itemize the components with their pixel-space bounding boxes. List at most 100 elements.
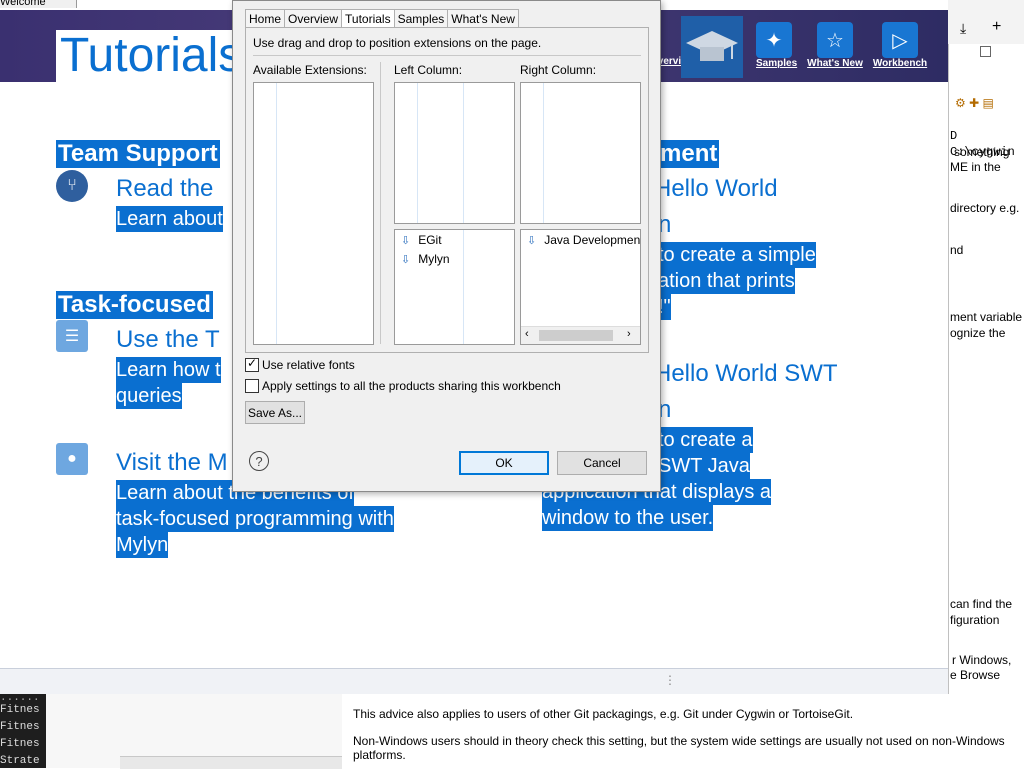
list-item[interactable]: ⇩ Mylyn bbox=[401, 252, 450, 266]
welcome-status-bar: ⋮ bbox=[0, 668, 948, 695]
page-title: Tutorials bbox=[56, 30, 247, 82]
console-line: Strate bbox=[0, 755, 40, 767]
link-title-tasks[interactable]: Use the T bbox=[116, 325, 220, 355]
right-text-5: nd bbox=[950, 243, 964, 257]
available-extensions-label: Available Extensions: bbox=[253, 63, 367, 77]
right-text-10: r Windows, bbox=[952, 653, 1012, 667]
nav-whats-new[interactable]: ☆ What's New bbox=[806, 22, 864, 69]
right-text-4: directory e.g. bbox=[950, 201, 1020, 215]
nav-tutorials[interactable] bbox=[681, 16, 743, 78]
right-text-3: ME in the bbox=[950, 160, 1001, 174]
nav-workbench[interactable]: ▷ Workbench bbox=[872, 22, 928, 69]
right-text-8: can find the bbox=[950, 597, 1013, 611]
download-icon[interactable]: ⤓ bbox=[960, 20, 966, 37]
right-text-6: ment variable bbox=[950, 310, 1023, 324]
right-column-top-list[interactable] bbox=[520, 82, 641, 224]
scroll-left-icon[interactable]: ‹ bbox=[525, 328, 529, 340]
apply-all-option[interactable]: Apply settings to all the products shari… bbox=[245, 379, 561, 393]
graduation-cap-icon bbox=[686, 31, 738, 61]
divider bbox=[253, 55, 641, 56]
left-column-top-list[interactable] bbox=[394, 82, 515, 224]
arrow-down-icon: ⇩ bbox=[401, 253, 411, 266]
tab-overview[interactable]: Overview bbox=[284, 9, 343, 28]
link-desc-mylyn-3: Mylyn bbox=[116, 532, 169, 558]
relative-fonts-checkbox[interactable]: ✓ bbox=[245, 356, 259, 372]
link-desc-hello-2: ation that prints bbox=[658, 268, 795, 294]
section-heading-task: Task-focused bbox=[56, 291, 213, 319]
nav-workbench-label: Workbench bbox=[872, 58, 928, 69]
save-as-button[interactable]: Save As... bbox=[245, 401, 305, 424]
link-desc-mylyn-2: task-focused programming with bbox=[116, 506, 394, 532]
relative-fonts-option[interactable]: ✓ Use relative fonts bbox=[245, 356, 355, 372]
nav-samples[interactable]: ✦ Samples bbox=[756, 22, 798, 69]
console-line: Fitnes bbox=[0, 738, 40, 750]
drag-handle-icon[interactable]: ⋮ bbox=[664, 673, 676, 687]
git-branch-icon: ⑂ bbox=[56, 170, 88, 202]
console-line: Fitnes bbox=[0, 704, 40, 716]
dialog-tabbar: Home Overview Tutorials Samples What's N… bbox=[245, 9, 519, 28]
nav-whats-new-label: What's New bbox=[807, 58, 863, 69]
left-column-label: Left Column: bbox=[394, 63, 463, 77]
section-heading-team: Team Support bbox=[56, 140, 220, 168]
tab-content-panel: Use drag and drop to position extensions… bbox=[245, 27, 649, 353]
scrollbar-thumb[interactable] bbox=[539, 330, 613, 341]
right-column-label: Right Column: bbox=[520, 63, 597, 77]
link-desc-swt-2: SWT Java bbox=[658, 453, 750, 479]
right-toolbar-icons: ⚙ ✚ ▤ bbox=[955, 96, 994, 110]
console-pane: ...... Fitnes Fitnes Fitnes Strate bbox=[0, 694, 46, 768]
list-item[interactable]: ⇩ Java Development bbox=[527, 233, 640, 247]
task-list-icon: ☰ bbox=[56, 320, 88, 352]
help-icon[interactable]: ? bbox=[249, 451, 269, 471]
right-text-11: e Browse bbox=[950, 668, 1001, 682]
apply-all-label: Apply settings to all the products shari… bbox=[262, 379, 561, 393]
customize-dialog: Home Overview Tutorials Samples What's N… bbox=[232, 0, 661, 492]
list-item[interactable]: ⇩ EGit bbox=[401, 233, 442, 247]
welcome-tab[interactable]: Welcome bbox=[0, 0, 77, 8]
link-title-hello-swt[interactable]: Hello World SWT bbox=[654, 359, 838, 389]
arrow-down-icon: ⇩ bbox=[401, 234, 411, 247]
horizontal-scrollbar[interactable]: ‹ › bbox=[521, 326, 640, 344]
link-title-mylyn[interactable]: Visit the M bbox=[116, 448, 228, 478]
help-paragraph-2: Non-Windows users should in theory check… bbox=[353, 734, 1005, 762]
link-desc-swt-1: to create a bbox=[658, 427, 753, 453]
section-heading-java: ment bbox=[658, 140, 720, 168]
cancel-button[interactable]: Cancel bbox=[557, 451, 647, 475]
magic-wand-icon: ✦ bbox=[756, 22, 792, 58]
link-desc-tasks-2: queries bbox=[116, 383, 182, 409]
maximize-icon[interactable] bbox=[980, 46, 991, 57]
left-column-list[interactable]: ⇩ EGit ⇩ Mylyn bbox=[394, 229, 515, 345]
help-paragraph-1: This advice also applies to users of oth… bbox=[353, 707, 854, 721]
arrow-down-icon: ⇩ bbox=[527, 234, 537, 247]
right-column-list[interactable]: ⇩ Java Development ‹ › bbox=[520, 229, 641, 345]
bottom-left-pane bbox=[46, 694, 342, 769]
add-icon[interactable]: + bbox=[992, 18, 1001, 36]
tab-home[interactable]: Home bbox=[245, 9, 286, 28]
column-divider bbox=[380, 62, 381, 344]
tab-samples[interactable]: Samples bbox=[393, 9, 449, 28]
nav-samples-label: Samples bbox=[756, 58, 798, 69]
help-content-pane: This advice also applies to users of oth… bbox=[342, 694, 1024, 768]
right-text-7: ognize the bbox=[950, 326, 1006, 340]
link-title-egit[interactable]: Read the bbox=[116, 174, 213, 204]
link-desc-swt-4: window to the user. bbox=[542, 505, 714, 531]
right-text-2: something bbox=[954, 145, 1010, 159]
play-icon: ▷ bbox=[882, 22, 918, 58]
right-text-9: figuration bbox=[950, 613, 1000, 627]
console-line: Fitnes bbox=[0, 721, 40, 733]
right-toolbar: ⤓ + bbox=[948, 0, 1024, 57]
relative-fonts-label: Use relative fonts bbox=[262, 358, 355, 372]
scroll-right-icon[interactable]: › bbox=[627, 328, 631, 340]
instruction-text: Use drag and drop to position extensions… bbox=[253, 36, 542, 50]
link-desc-hello-1: to create a simple bbox=[658, 242, 816, 268]
ok-button[interactable]: OK bbox=[459, 451, 549, 475]
star-icon: ☆ bbox=[817, 22, 853, 58]
bottom-tab-strip bbox=[120, 756, 342, 769]
tab-whats-new[interactable]: What's New bbox=[447, 9, 519, 28]
link-desc-tasks-1: Learn how t bbox=[116, 357, 221, 383]
link-title-hello-world[interactable]: Hello World bbox=[654, 174, 778, 204]
mylyn-icon: ● bbox=[56, 443, 88, 475]
available-extensions-list[interactable] bbox=[253, 82, 374, 345]
link-desc-egit: Learn about bbox=[116, 206, 223, 232]
apply-all-checkbox[interactable] bbox=[245, 379, 259, 393]
tab-tutorials[interactable]: Tutorials bbox=[341, 9, 395, 28]
